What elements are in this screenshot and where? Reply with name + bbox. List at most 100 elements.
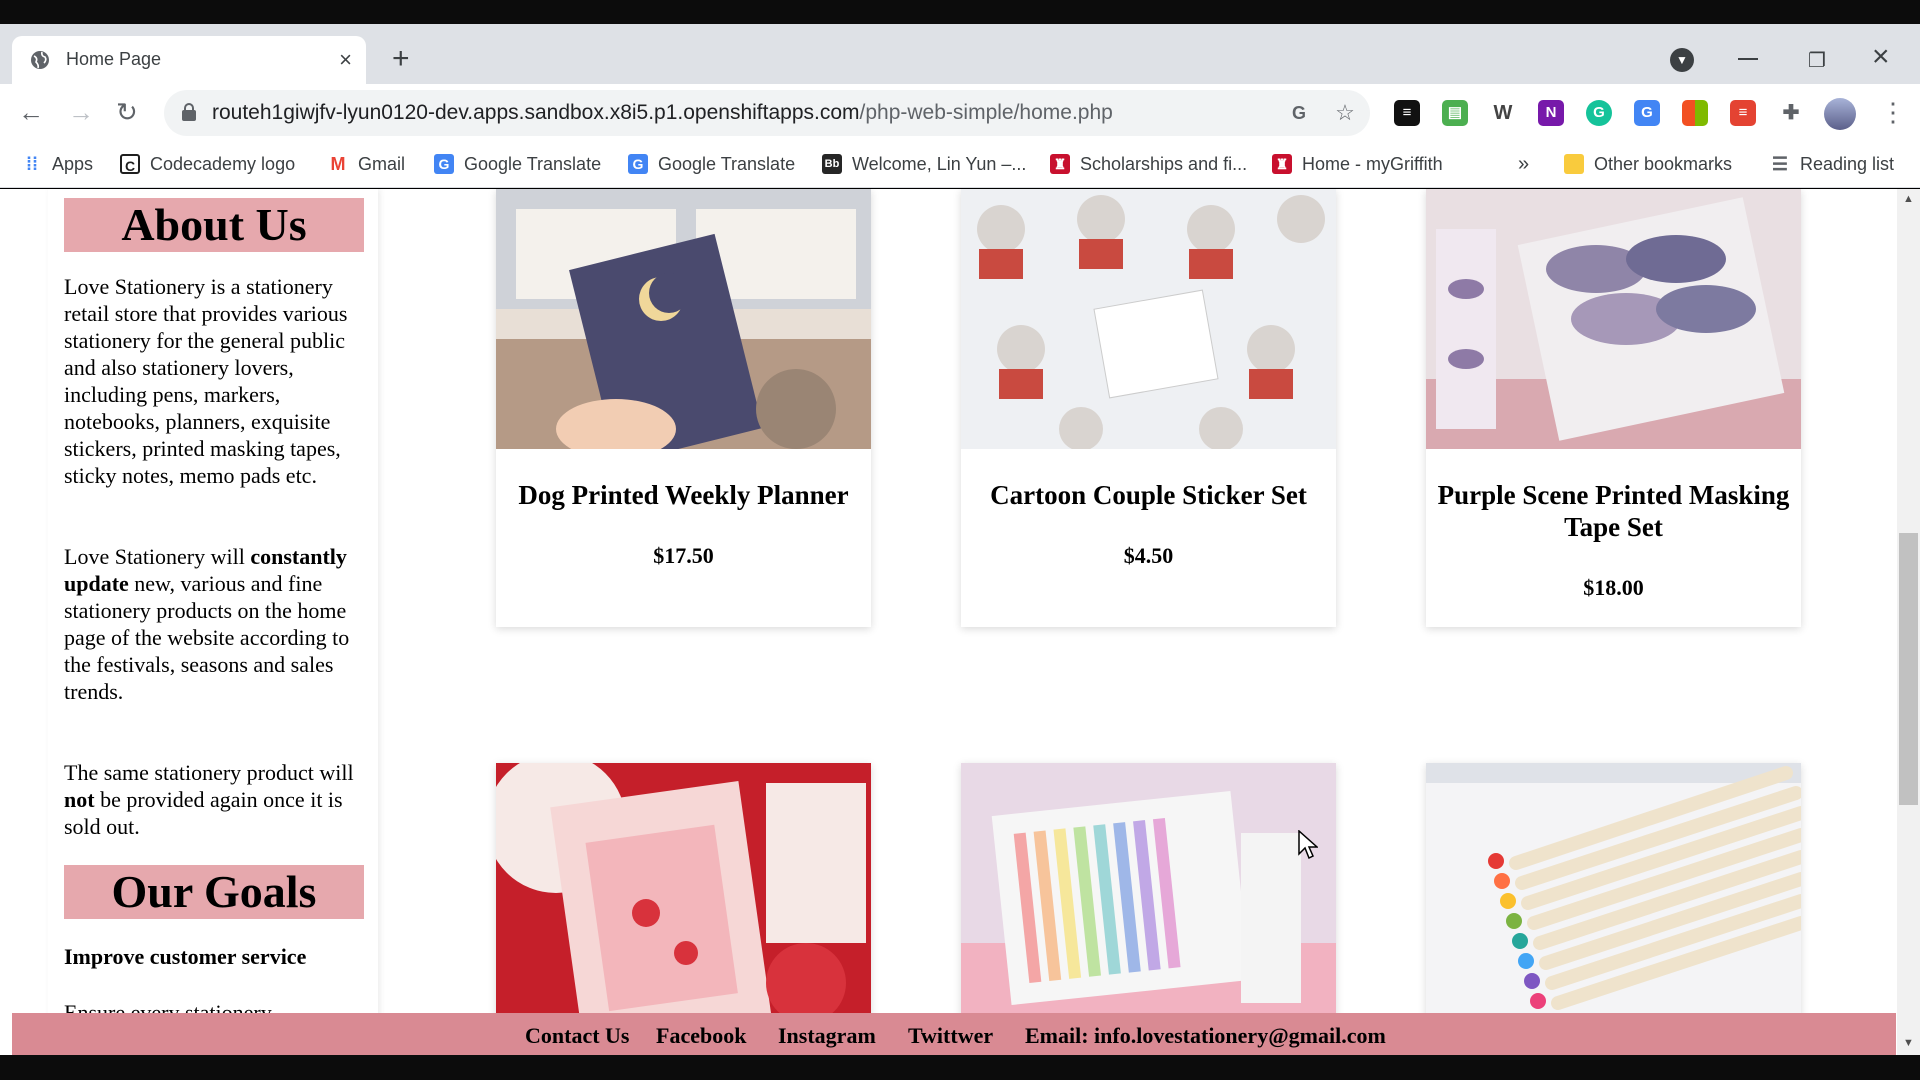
product-price: $17.50 <box>653 543 714 568</box>
about-paragraph-3: The same stationery product will not be … <box>64 760 354 839</box>
product-name: Dog Printed Weekly Planner <box>518 480 849 510</box>
bookmark-label: Scholarships and fi... <box>1080 153 1248 174</box>
product-image-stickers[interactable] <box>961 189 1336 449</box>
back-arrow-icon[interactable]: ← <box>18 98 44 126</box>
grammarly-icon[interactable]: G <box>1586 100 1612 126</box>
bookmark-scholarships[interactable]: ♜ Scholarships and fi... <box>1050 150 1247 178</box>
extension-w-icon[interactable]: W <box>1490 100 1516 126</box>
minimize-icon[interactable] <box>1738 58 1758 60</box>
bookmark-label: Codecademy logo <box>150 153 296 174</box>
bookmark-label: Apps <box>52 153 94 174</box>
product-name: Purple Scene Printed Masking Tape Set <box>1437 480 1790 542</box>
bookmark-apps[interactable]: ⁞⁞ Apps <box>22 150 93 178</box>
product-image-masking-tape[interactable] <box>1426 189 1801 449</box>
tab-title: Home Page <box>66 49 162 69</box>
product-card[interactable]: Dog Printed Weekly Planner $17.50 <box>496 189 871 627</box>
reading-list[interactable]: ☰ Reading list <box>1770 150 1894 178</box>
griffith-icon: ♜ <box>1050 154 1070 174</box>
footer-facebook-link[interactable]: Facebook <box>656 1023 746 1049</box>
product-image-highlighters[interactable] <box>961 763 1336 1023</box>
goal-title: Improve customer service <box>64 944 307 969</box>
extensions-puzzle-icon[interactable]: ✚ <box>1778 100 1804 126</box>
new-tab-button[interactable]: + <box>392 44 410 74</box>
apps-grid-icon: ⁞⁞ <box>26 154 38 174</box>
bookmark-google-translate-1[interactable]: G Google Translate <box>434 150 601 178</box>
gmail-icon: M <box>330 154 346 174</box>
todoist-icon[interactable]: ≡ <box>1730 100 1756 126</box>
product-price: $4.50 <box>1123 543 1174 568</box>
footer-twitter-link[interactable]: Twittwer <box>908 1023 993 1049</box>
about-paragraph-2: Love Stationery will constantly update n… <box>64 544 350 704</box>
bookmark-google-translate-2[interactable]: G Google Translate <box>628 150 795 178</box>
forward-arrow-icon[interactable]: → <box>68 98 94 126</box>
bookmarks-overflow-button[interactable]: » <box>1518 150 1529 178</box>
product-image-brush-pens[interactable] <box>1426 763 1801 1023</box>
bookmark-mygriffith[interactable]: ♜ Home - myGriffith <box>1272 150 1443 178</box>
product-card[interactable]: Purple Scene Printed Masking Tape Set $1… <box>1426 189 1801 627</box>
bookmark-star-icon[interactable]: ☆ <box>1332 100 1358 126</box>
profile-avatar[interactable] <box>1824 98 1856 130</box>
url-text[interactable]: routeh1giwjfv-lyun0120-dev.apps.sandbox.… <box>212 101 1113 125</box>
bookmark-gmail[interactable]: M Gmail <box>328 150 406 178</box>
extension-printer-icon[interactable]: ▤ <box>1442 100 1468 126</box>
google-translate-icon: G <box>628 154 648 174</box>
bookmark-codecademy[interactable]: C Codecademy logo <box>120 150 295 178</box>
google-translate-icon: G <box>434 154 454 174</box>
bookmark-label: Welcome, Lin Yun –... <box>852 153 1027 174</box>
about-paragraph-1: Love Stationery is a stationery retail s… <box>64 274 348 488</box>
menu-dots-icon[interactable]: ⋮ <box>1880 98 1906 126</box>
griffith-icon: ♜ <box>1272 154 1292 174</box>
product-image-planner[interactable] <box>496 189 871 449</box>
product-name: Cartoon Couple Sticker Set <box>990 480 1307 510</box>
window-close-icon[interactable]: × <box>1872 40 1890 74</box>
footer-email[interactable]: Email: info.lovestationery@gmail.com <box>1025 1023 1386 1049</box>
microsoft-extension-icon[interactable] <box>1682 100 1708 126</box>
page-viewport: About Us Love Stationery is a stationery… <box>0 189 1920 1055</box>
mouse-cursor-icon <box>1298 830 1318 860</box>
translate-page-icon[interactable]: G <box>1286 100 1312 126</box>
product-card[interactable] <box>961 763 1336 1023</box>
about-us-heading: About Us <box>64 198 364 252</box>
other-bookmarks[interactable]: Other bookmarks <box>1564 150 1732 178</box>
tab-home-page[interactable]: Home Page × <box>12 36 366 84</box>
reload-icon[interactable]: ↻ <box>116 98 138 126</box>
product-card[interactable] <box>1426 763 1801 1023</box>
restore-icon[interactable]: ❐ <box>1808 48 1826 73</box>
bookmark-label: Home - myGriffith <box>1302 153 1443 174</box>
tab-close-icon[interactable]: × <box>339 47 352 73</box>
folder-icon <box>1564 154 1584 174</box>
url-path: /php-web-simple/home.php <box>859 101 1113 124</box>
bookmark-blackboard[interactable]: Bb Welcome, Lin Yun –... <box>822 150 1026 178</box>
reading-list-label: Reading list <box>1800 153 1895 174</box>
footer-instagram-link[interactable]: Instagram <box>778 1023 876 1049</box>
product-card[interactable] <box>496 763 871 1023</box>
scroll-down-arrow-icon[interactable]: ▼ <box>1903 1037 1914 1049</box>
window-top-border <box>0 0 1920 24</box>
product-card[interactable]: Cartoon Couple Sticker Set $4.50 <box>961 189 1336 627</box>
scrollbar-thumb[interactable] <box>1899 533 1918 805</box>
address-bar[interactable]: routeh1giwjfv-lyun0120-dev.apps.sandbox.… <box>164 90 1370 136</box>
scroll-up-arrow-icon[interactable]: ▲ <box>1903 193 1914 205</box>
other-bookmarks-label: Other bookmarks <box>1594 153 1733 174</box>
tab-strip: Home Page × + ▼ ❐ × <box>0 24 1920 84</box>
google-translate-extension-icon[interactable]: G <box>1634 100 1660 126</box>
sidebar: About Us Love Stationery is a stationery… <box>48 189 378 1055</box>
bookmark-label: Google Translate <box>658 153 796 174</box>
product-image-strawberry-notepad[interactable] <box>496 763 871 1023</box>
globe-icon <box>31 51 49 69</box>
lock-icon <box>182 103 196 121</box>
extension-stack-icon[interactable]: ≡ <box>1394 100 1420 126</box>
url-host: routeh1giwjfv-lyun0120-dev.apps.sandbox.… <box>212 101 860 124</box>
bookmark-label: Gmail <box>358 153 406 174</box>
onenote-icon[interactable]: N <box>1538 100 1564 126</box>
reading-list-icon: ☰ <box>1771 154 1789 174</box>
bookmarks-bar: ⁞⁞ Apps C Codecademy logo M Gmail G Goog… <box>0 142 1920 188</box>
window-bottom-border <box>0 1055 1920 1080</box>
codecademy-icon: C <box>120 154 140 174</box>
tab-search-icon[interactable]: ▼ <box>1670 48 1694 72</box>
blackboard-icon: Bb <box>822 154 842 174</box>
bookmark-label: Google Translate <box>464 153 602 174</box>
site-footer: Contact Us Facebook Instagram Twittwer E… <box>12 1013 1896 1055</box>
our-goals-heading: Our Goals <box>64 865 364 919</box>
footer-contact-link[interactable]: Contact Us <box>525 1023 630 1049</box>
